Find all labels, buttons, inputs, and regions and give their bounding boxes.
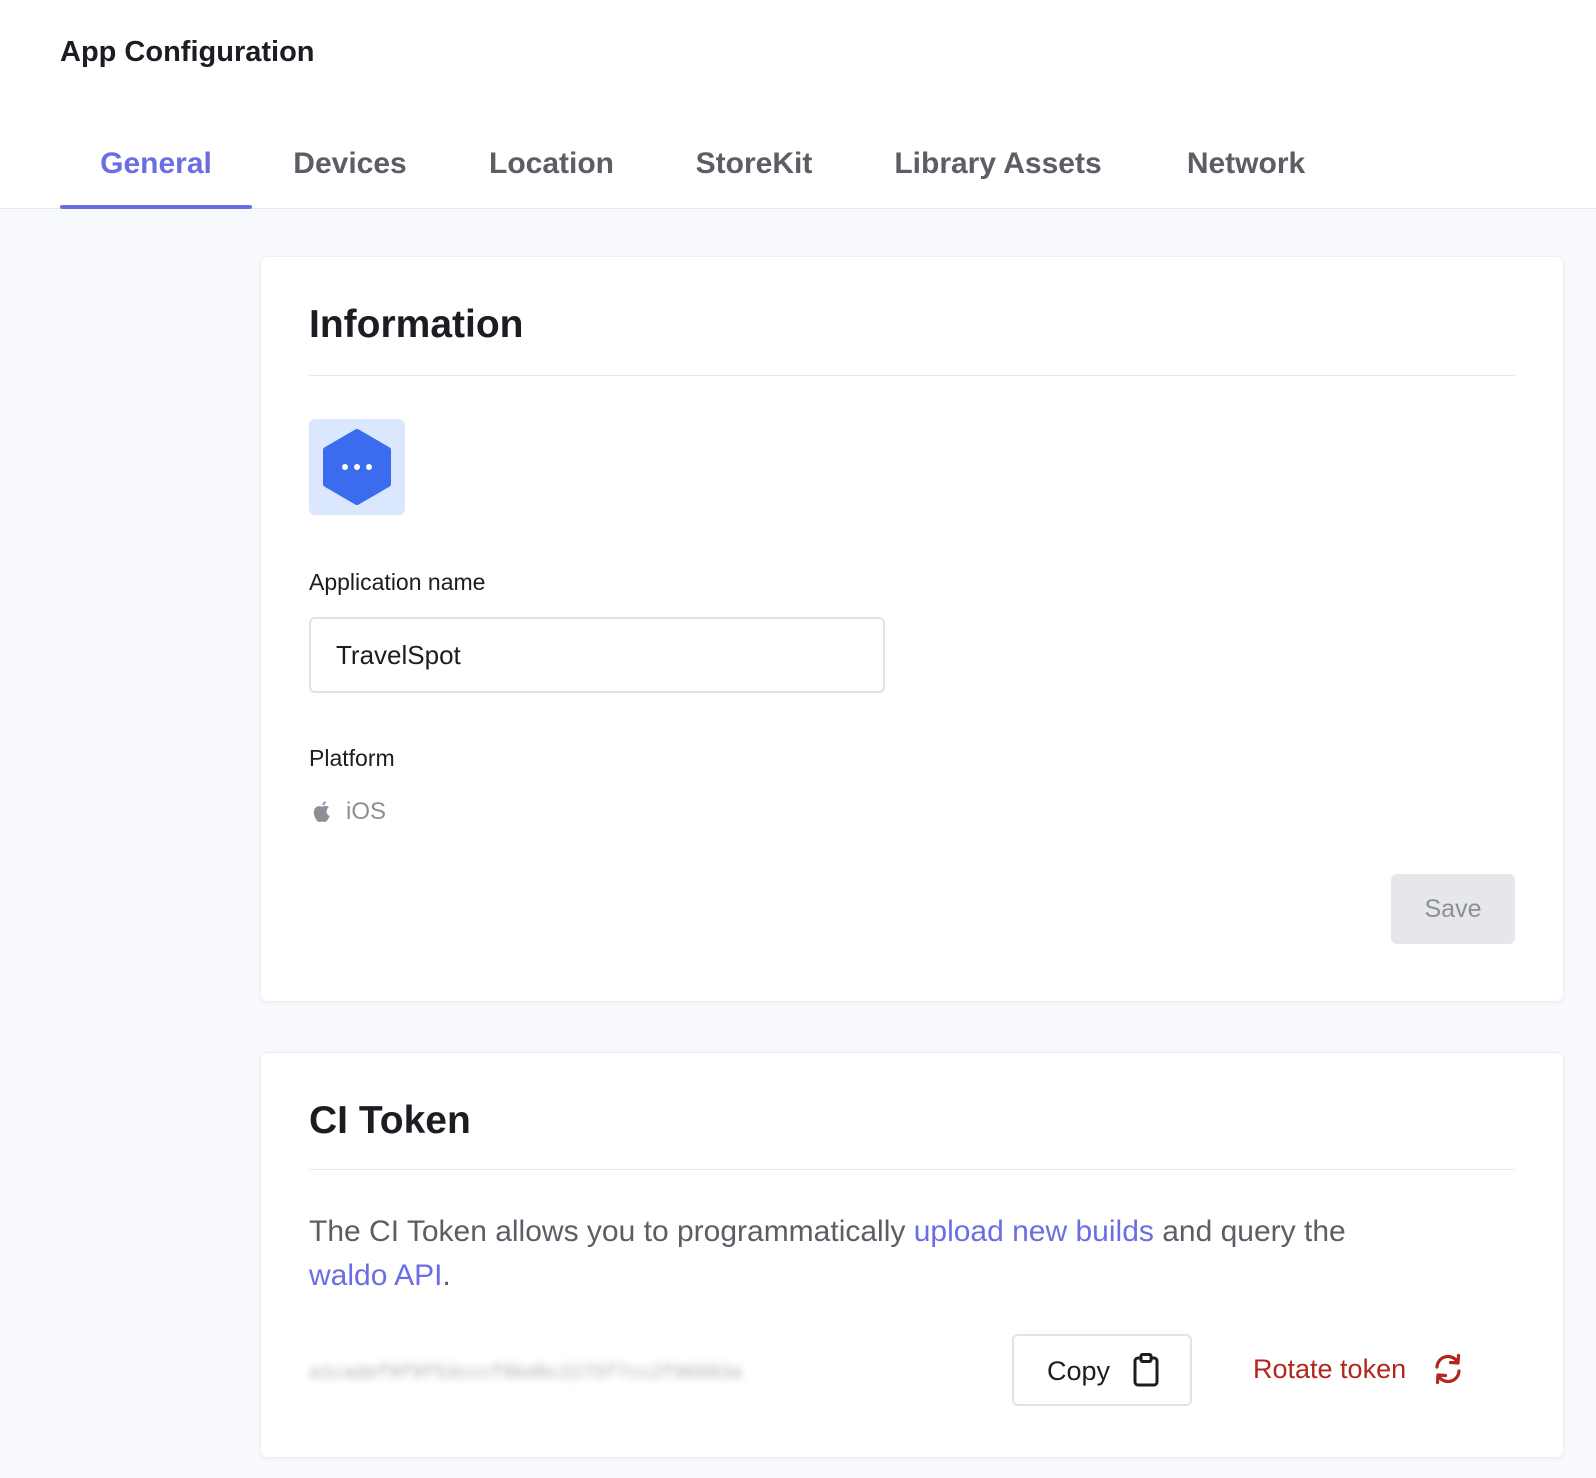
upload-builds-link[interactable]: upload new builds xyxy=(914,1215,1154,1248)
description-text: The CI Token allows you to programmatica… xyxy=(309,1215,914,1248)
tab-devices[interactable]: Devices xyxy=(290,140,410,209)
ci-token-title: CI Token xyxy=(309,1099,471,1142)
information-card: Information Application name Platform iO… xyxy=(260,256,1564,1002)
application-name-label: Application name xyxy=(309,569,486,595)
ci-token-value: a1cadef9f9f53cccf8bd6c2275f7cc2f96883a xyxy=(309,1362,743,1384)
tab-storekit[interactable]: StoreKit xyxy=(692,140,816,209)
hexagon-dots-icon xyxy=(323,429,391,505)
tab-library-assets[interactable]: Library Assets xyxy=(890,140,1106,209)
rotate-token-label: Rotate token xyxy=(1253,1354,1407,1384)
top-bar: App Configuration General Devices Locati… xyxy=(0,0,1596,209)
apple-icon xyxy=(313,801,330,822)
divider xyxy=(309,1169,1515,1170)
description-text: . xyxy=(442,1259,451,1292)
page-title: App Configuration xyxy=(60,36,315,68)
tab-location[interactable]: Location xyxy=(485,140,618,209)
platform-label: Platform xyxy=(309,745,395,771)
ci-token-card: CI Token The CI Token allows you to prog… xyxy=(260,1052,1564,1458)
refresh-icon xyxy=(1435,1353,1461,1385)
copy-token-button[interactable]: Copy xyxy=(1012,1334,1192,1406)
tab-general[interactable]: General xyxy=(60,140,252,209)
platform-value: iOS xyxy=(346,798,387,825)
information-title: Information xyxy=(309,303,524,346)
save-button[interactable]: Save xyxy=(1391,874,1515,944)
tab-network[interactable]: Network xyxy=(1182,140,1310,209)
clipboard-icon xyxy=(1133,1353,1159,1387)
description-text: and query the xyxy=(1153,1215,1346,1248)
copy-label: Copy xyxy=(1047,1356,1111,1386)
application-name-input[interactable] xyxy=(309,617,885,693)
waldo-api-link[interactable]: waldo API xyxy=(309,1259,442,1292)
app-icon[interactable] xyxy=(309,419,405,515)
divider xyxy=(309,375,1515,376)
rotate-token-button[interactable]: Rotate token xyxy=(1251,1334,1481,1406)
ci-token-description: The CI Token allows you to programmatica… xyxy=(309,1210,1509,1298)
